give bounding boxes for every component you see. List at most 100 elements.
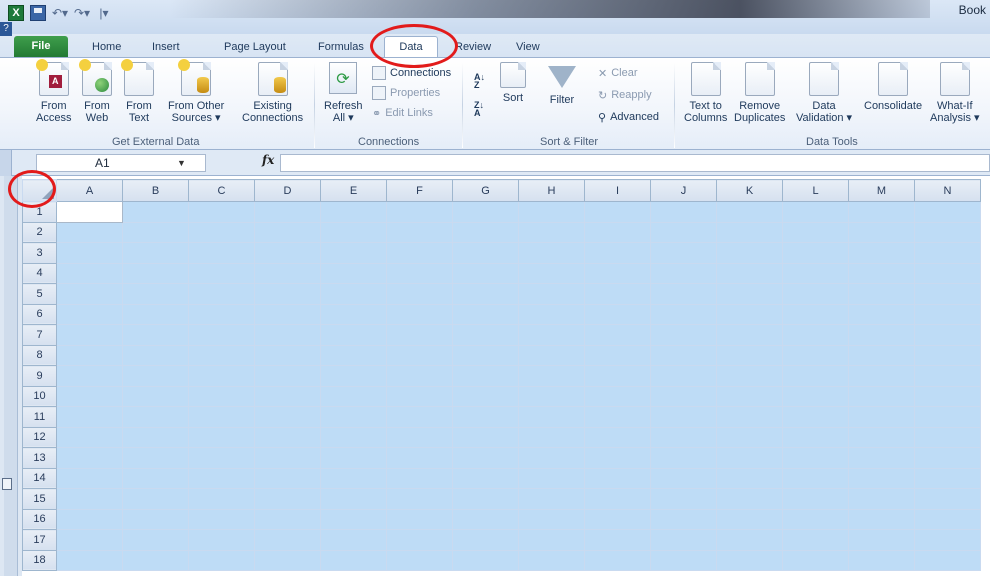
cell[interactable] bbox=[914, 549, 981, 571]
tab-home[interactable]: Home bbox=[92, 38, 121, 58]
cell[interactable] bbox=[782, 324, 849, 346]
cell[interactable] bbox=[386, 447, 453, 469]
cell[interactable] bbox=[782, 529, 849, 551]
cell[interactable] bbox=[782, 221, 849, 243]
cell[interactable] bbox=[386, 406, 453, 428]
save-icon[interactable] bbox=[30, 5, 46, 21]
cell[interactable] bbox=[122, 529, 189, 551]
advanced-button[interactable]: ⚲ Advanced bbox=[598, 108, 659, 126]
cell[interactable] bbox=[848, 549, 915, 571]
cell[interactable] bbox=[518, 283, 585, 305]
cell[interactable] bbox=[518, 201, 585, 223]
cell[interactable] bbox=[320, 201, 387, 223]
sort-button[interactable]: Sort bbox=[500, 62, 526, 104]
cell[interactable] bbox=[188, 549, 255, 571]
cell[interactable] bbox=[848, 303, 915, 325]
column-header[interactable]: J bbox=[650, 179, 717, 202]
cell[interactable] bbox=[914, 467, 981, 489]
cell[interactable] bbox=[716, 467, 783, 489]
cell[interactable] bbox=[122, 303, 189, 325]
cell[interactable] bbox=[716, 488, 783, 510]
cell[interactable] bbox=[518, 385, 585, 407]
cell[interactable] bbox=[518, 344, 585, 366]
cell[interactable] bbox=[914, 262, 981, 284]
cell[interactable] bbox=[122, 201, 189, 223]
cell[interactable] bbox=[254, 529, 321, 551]
cell[interactable] bbox=[188, 283, 255, 305]
cell[interactable] bbox=[518, 406, 585, 428]
cell[interactable] bbox=[716, 324, 783, 346]
undo-icon[interactable]: ↶▾ bbox=[52, 5, 68, 21]
cell[interactable] bbox=[56, 488, 123, 510]
cell[interactable] bbox=[650, 426, 717, 448]
cell[interactable] bbox=[518, 221, 585, 243]
cell[interactable] bbox=[56, 508, 123, 530]
column-header[interactable]: B bbox=[122, 179, 189, 202]
cell[interactable] bbox=[782, 467, 849, 489]
remove-duplicates-button[interactable]: Remove Duplicates bbox=[734, 62, 785, 124]
tab-formulas[interactable]: Formulas bbox=[318, 38, 364, 58]
clear-button[interactable]: ✕ Clear bbox=[598, 64, 638, 82]
cell[interactable] bbox=[56, 303, 123, 325]
cell[interactable] bbox=[320, 344, 387, 366]
cell[interactable] bbox=[386, 262, 453, 284]
cell[interactable] bbox=[452, 549, 519, 571]
cell[interactable] bbox=[320, 529, 387, 551]
cell[interactable] bbox=[386, 201, 453, 223]
cell[interactable] bbox=[782, 365, 849, 387]
cell[interactable] bbox=[122, 344, 189, 366]
cell[interactable] bbox=[782, 508, 849, 530]
cell[interactable] bbox=[716, 221, 783, 243]
cell[interactable] bbox=[584, 303, 651, 325]
cell[interactable] bbox=[848, 324, 915, 346]
cell[interactable] bbox=[452, 467, 519, 489]
cell[interactable] bbox=[716, 385, 783, 407]
cell[interactable] bbox=[650, 529, 717, 551]
cell[interactable] bbox=[716, 262, 783, 284]
cell[interactable] bbox=[914, 365, 981, 387]
cell[interactable] bbox=[782, 406, 849, 428]
cell[interactable] bbox=[584, 221, 651, 243]
cell[interactable] bbox=[650, 385, 717, 407]
cell[interactable] bbox=[122, 447, 189, 469]
cell[interactable] bbox=[584, 242, 651, 264]
column-header[interactable]: A bbox=[56, 179, 123, 202]
cell[interactable] bbox=[782, 447, 849, 469]
cell[interactable] bbox=[848, 508, 915, 530]
cell[interactable] bbox=[650, 406, 717, 428]
cell[interactable] bbox=[122, 365, 189, 387]
cell[interactable] bbox=[320, 262, 387, 284]
column-header[interactable]: M bbox=[848, 179, 915, 202]
cell[interactable] bbox=[848, 201, 915, 223]
cell[interactable] bbox=[254, 283, 321, 305]
cell[interactable] bbox=[914, 201, 981, 223]
cell[interactable] bbox=[716, 549, 783, 571]
cell[interactable] bbox=[518, 303, 585, 325]
column-header[interactable]: E bbox=[320, 179, 387, 202]
cell[interactable] bbox=[320, 324, 387, 346]
cell[interactable] bbox=[122, 488, 189, 510]
cell[interactable] bbox=[56, 221, 123, 243]
cell[interactable] bbox=[56, 447, 123, 469]
sort-z-to-a-button[interactable]: Z↓ A bbox=[474, 100, 492, 118]
cell[interactable] bbox=[188, 201, 255, 223]
cell[interactable] bbox=[650, 303, 717, 325]
cell[interactable] bbox=[386, 488, 453, 510]
cell[interactable] bbox=[518, 467, 585, 489]
cell[interactable] bbox=[188, 406, 255, 428]
cell[interactable] bbox=[650, 549, 717, 571]
row-header[interactable]: 16 bbox=[22, 508, 57, 530]
cell[interactable] bbox=[716, 508, 783, 530]
cell[interactable] bbox=[320, 283, 387, 305]
row-header[interactable]: 14 bbox=[22, 467, 57, 489]
redo-icon[interactable]: ↷▾ bbox=[74, 5, 90, 21]
row-header[interactable]: 12 bbox=[22, 426, 57, 448]
cell[interactable] bbox=[386, 529, 453, 551]
cell[interactable] bbox=[56, 365, 123, 387]
cell[interactable] bbox=[518, 426, 585, 448]
row-header[interactable]: 2 bbox=[22, 221, 57, 243]
cell[interactable] bbox=[650, 262, 717, 284]
chevron-down-icon[interactable]: ▼ bbox=[177, 155, 186, 171]
cell[interactable] bbox=[188, 508, 255, 530]
cell[interactable] bbox=[848, 488, 915, 510]
